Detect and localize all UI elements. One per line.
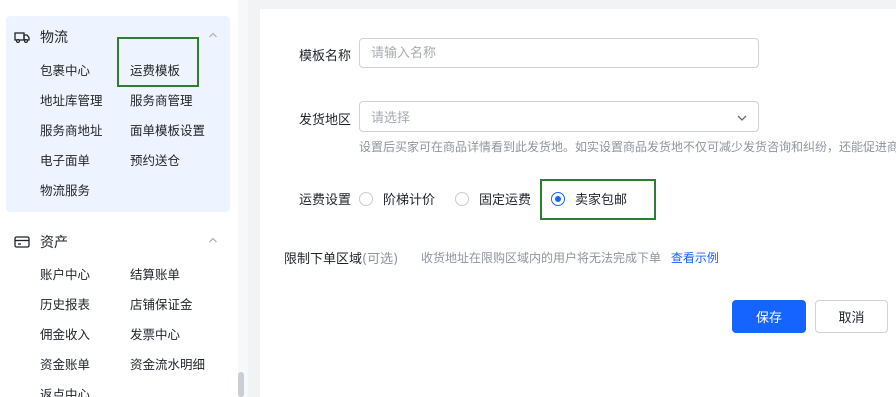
sidebar-item-e-waybill[interactable]: 电子面单 <box>40 150 90 169</box>
radio-label: 固定运费 <box>479 193 532 208</box>
sidebar-group-logistics-title: 物流 <box>40 30 68 46</box>
ship-region-select[interactable]: 请选择 <box>359 101 759 132</box>
truck-icon <box>14 32 30 44</box>
sidebar-scrollbar-thumb[interactable] <box>238 372 244 397</box>
radio-circle <box>359 191 373 206</box>
radio-label: 卖家包邮 <box>575 193 628 208</box>
sidebar-item-shipping-template[interactable]: 运费模板 <box>130 60 180 79</box>
sidebar-item-fund-bill[interactable]: 资金账单 <box>40 354 90 373</box>
sidebar-item-invoice-center[interactable]: 发票中心 <box>130 324 180 343</box>
sidebar-item-store-deposit[interactable]: 店铺保证金 <box>130 294 193 313</box>
save-button[interactable]: 保存 <box>732 300 806 333</box>
sidebar-item-settlement-bill[interactable]: 结算账单 <box>130 264 180 283</box>
sidebar-item-logistics-service[interactable]: 物流服务 <box>40 180 90 199</box>
sidebar-item-rebate-center[interactable]: 返点中心 <box>40 384 90 397</box>
radio-circle-selected <box>551 191 565 206</box>
template-name-input[interactable] <box>371 45 758 61</box>
template-name-field[interactable] <box>359 38 759 68</box>
template-name-label: 模板名称 <box>299 49 352 64</box>
sidebar-group-logistics[interactable]: 物流 <box>14 27 68 47</box>
sidebar-item-provider-address[interactable]: 服务商地址 <box>40 120 103 139</box>
restricted-area-title: 限制下单区域 <box>284 252 363 267</box>
chevron-down-icon <box>737 115 747 121</box>
shipping-setting-label: 运费设置 <box>299 193 352 208</box>
radio-label: 阶梯计价 <box>383 193 436 208</box>
sidebar-group-assets[interactable]: 资产 <box>14 232 68 252</box>
ship-region-placeholder: 请选择 <box>371 111 411 126</box>
template-form-panel: 模板名称 发货地区 请选择 设置后买家可在商品详情看到此发货地。如实设置商品发货… <box>260 9 896 397</box>
wallet-icon <box>14 236 30 248</box>
restricted-area-label: 限制下单区域(可选) <box>284 248 398 267</box>
sidebar-item-provider-management[interactable]: 服务商管理 <box>130 90 193 109</box>
ship-region-label: 发货地区 <box>299 113 352 128</box>
chevron-up-icon[interactable] <box>208 30 218 40</box>
cancel-button[interactable]: 取消 <box>815 300 888 333</box>
sidebar-scrollbar-track[interactable] <box>238 0 248 397</box>
radio-circle <box>455 191 469 206</box>
ship-region-hint: 设置后买家可在商品详情看到此发货地。如实设置商品发货地不仅可减少发货咨询和纠纷，… <box>359 140 896 154</box>
sidebar: 物流 包裹中心 运费模板 地址库管理 服务商管理 服务商地址 面单模板设置 电子… <box>0 0 238 397</box>
sidebar-item-account-center[interactable]: 账户中心 <box>40 264 90 283</box>
radio-seller-free-shipping[interactable]: 卖家包邮 <box>551 189 627 208</box>
sidebar-item-history-report[interactable]: 历史报表 <box>40 294 90 313</box>
radio-tiered-pricing[interactable]: 阶梯计价 <box>359 189 435 208</box>
chevron-up-icon[interactable] <box>208 235 218 245</box>
sidebar-item-address-library[interactable]: 地址库管理 <box>40 90 103 109</box>
restricted-area-hint-text: 收货地址在限购区域内的用户将无法完成下单 <box>421 251 662 265</box>
restricted-area-optional: (可选) <box>362 252 399 267</box>
sidebar-item-warehouse-booking[interactable]: 预约送仓 <box>130 150 180 169</box>
restricted-area-hint: 收货地址在限购区域内的用户将无法完成下单 查看示例 <box>421 249 719 266</box>
view-example-link[interactable]: 查看示例 <box>671 251 719 265</box>
radio-fixed-fee[interactable]: 固定运费 <box>455 189 531 208</box>
sidebar-group-assets-title: 资产 <box>40 235 68 251</box>
sidebar-item-commission-income[interactable]: 佣金收入 <box>40 324 90 343</box>
sidebar-item-fund-flow-detail[interactable]: 资金流水明细 <box>130 354 205 373</box>
sidebar-item-package-center[interactable]: 包裹中心 <box>40 60 90 79</box>
sidebar-item-waybill-template[interactable]: 面单模板设置 <box>130 120 205 139</box>
